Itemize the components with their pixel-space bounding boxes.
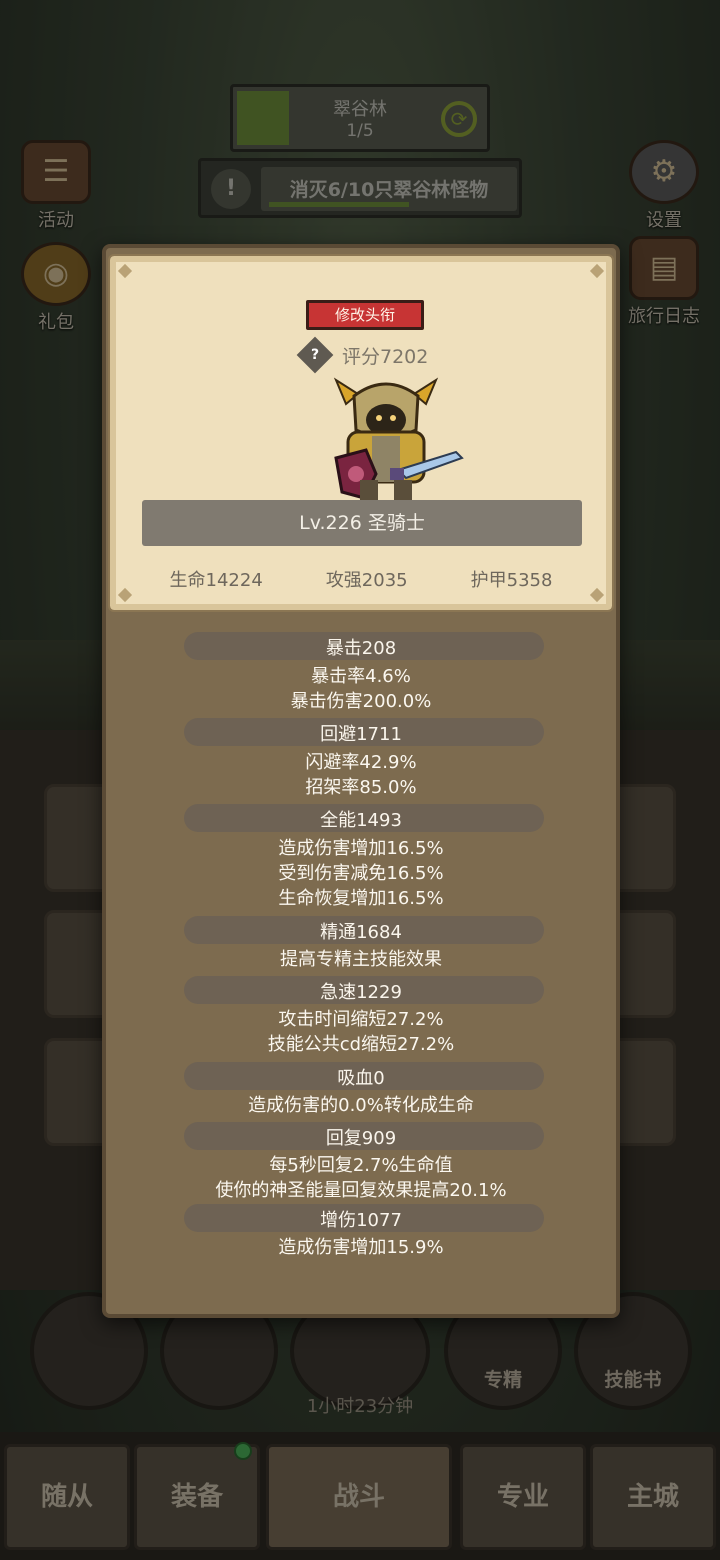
stat-detail: 造成伤害增加16.5% (278, 838, 444, 859)
stat-haste: 急速1229 (320, 982, 402, 1003)
stat-detail: 每5秒回复2.7%生命值 (269, 1155, 453, 1176)
stat-detail: 攻击时间缩短27.2% (278, 1009, 444, 1030)
base-stats: 生命14224 攻强2035 护甲5358 (116, 566, 606, 592)
stat-detail: 提高专精主技能效果 (280, 949, 442, 970)
stat-detail: 造成伤害的0.0%转化成生命 (248, 1095, 474, 1116)
stat-detail: 造成伤害增加15.9% (278, 1237, 444, 1258)
stat-regen: 回复909 (325, 1128, 397, 1149)
stat-detail: 使你的神圣能量回复效果提高20.1% (215, 1180, 507, 1201)
stat-detail: 招架率85.0% (305, 777, 417, 798)
attack-power-stat: 攻强2035 (325, 570, 408, 591)
corner-ornament (589, 263, 605, 279)
character-stats-modal: 修改头衔 ? 评分7202 Lv.226 圣骑士 生命14224 攻强2035 … (102, 244, 620, 1318)
stat-mastery: 精通1684 (320, 922, 402, 943)
edit-title-button[interactable]: 修改头衔 (306, 300, 424, 330)
stat-detail: 受到伤害减免16.5% (278, 863, 444, 884)
stat-detail: 技能公共cd缩短27.2% (267, 1034, 455, 1055)
armor-stat: 护甲5358 (470, 570, 553, 591)
stat-avoidance: 回避1711 (320, 724, 402, 745)
help-icon[interactable]: ? (296, 336, 334, 374)
stat-versatility: 全能1493 (320, 810, 402, 831)
level-class-banner: Lv.226 圣骑士 (142, 500, 582, 546)
stat-detail: 生命恢复增加16.5% (278, 888, 444, 909)
stat-detail: 闪避率42.9% (305, 752, 417, 773)
score-text: 评分7202 (342, 345, 429, 368)
stat-crit: 暴击208 (325, 638, 397, 659)
stat-detail: 暴击伤害200.0% (290, 691, 432, 712)
stat-damage-bonus: 增伤1077 (320, 1210, 402, 1231)
stat-lifesteal: 吸血0 (337, 1068, 385, 1089)
corner-ornament (117, 263, 133, 279)
character-card: 修改头衔 ? 评分7202 Lv.226 圣骑士 生命14224 攻强2035 … (108, 254, 614, 612)
paladin-avatar (333, 377, 464, 504)
hp-stat: 生命14224 (169, 570, 263, 591)
stat-detail: 暴击率4.6% (311, 666, 411, 687)
score-row: ? 评分7202 (296, 336, 429, 374)
